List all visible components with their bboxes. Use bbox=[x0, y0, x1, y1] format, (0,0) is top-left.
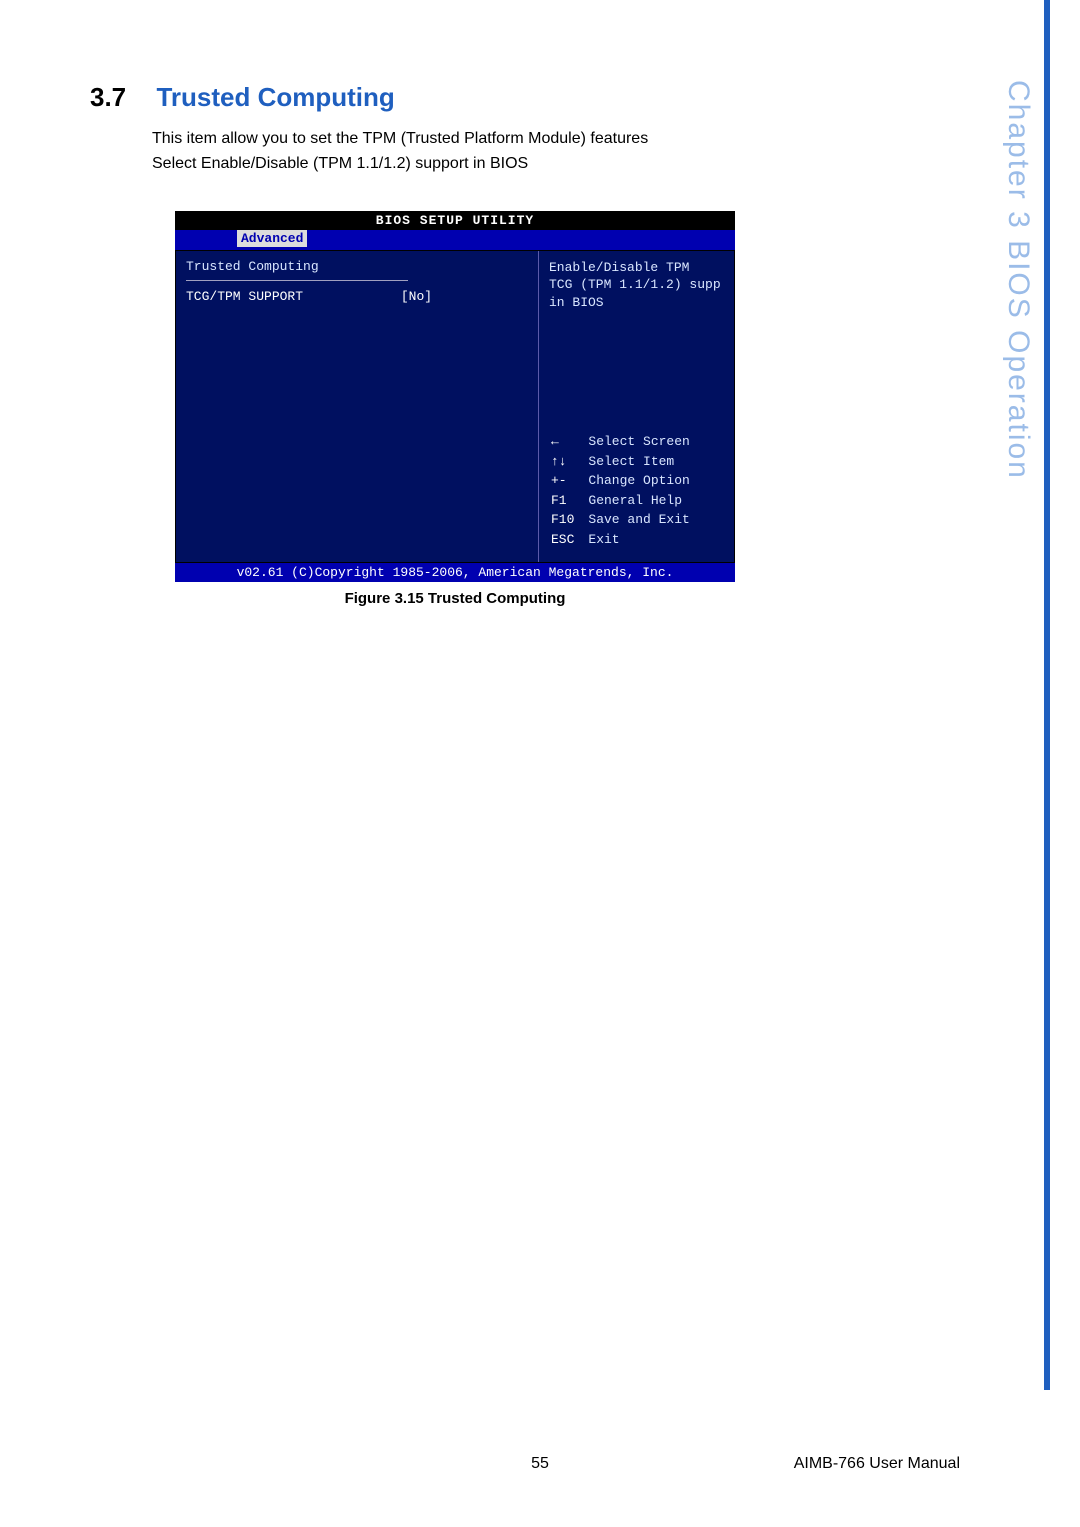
bios-key-row: ESCExit bbox=[551, 531, 690, 549]
bios-option-row[interactable]: TCG/TPM SUPPORT [No] bbox=[186, 289, 528, 304]
bios-heading: Trusted Computing bbox=[186, 259, 528, 274]
side-accent-bar bbox=[1044, 0, 1050, 1390]
bios-option-label: TCG/TPM SUPPORT bbox=[186, 289, 303, 304]
bios-help-line: Enable/Disable TPM bbox=[549, 259, 724, 277]
page-number: 55 bbox=[531, 1455, 549, 1473]
section-header: 3.7 Trusted Computing bbox=[90, 82, 930, 113]
figure-caption: Figure 3.15 Trusted Computing bbox=[175, 590, 735, 607]
bios-footer: v02.61 (C)Copyright 1985-2006, American … bbox=[175, 563, 735, 582]
manual-name: AIMB-766 User Manual bbox=[794, 1455, 960, 1473]
section-title: Trusted Computing bbox=[156, 82, 394, 113]
bios-key-row: F1General Help bbox=[551, 492, 690, 510]
bios-help-line: in BIOS bbox=[549, 294, 724, 312]
bios-key-row: F10Save and Exit bbox=[551, 511, 690, 529]
bios-separator bbox=[186, 280, 408, 281]
chapter-side-caption: Chapter 3 BIOS Operation bbox=[1001, 80, 1035, 480]
bios-screenshot: BIOS SETUP UTILITY Advanced Trusted Comp… bbox=[175, 211, 735, 582]
body-line: Select Enable/Disable (TPM 1.1/1.2) supp… bbox=[152, 152, 930, 177]
bios-left-pane: Trusted Computing TCG/TPM SUPPORT [No] bbox=[176, 251, 539, 562]
section-number: 3.7 bbox=[90, 82, 152, 113]
bios-key-legend: ←Select Screen ↑↓Select Item +-Change Op… bbox=[549, 431, 724, 550]
section-body: This item allow you to set the TPM (Trus… bbox=[152, 127, 930, 177]
bios-key-row: +-Change Option bbox=[551, 472, 690, 490]
bios-tab-row: Advanced bbox=[175, 230, 735, 250]
bios-help-text: Enable/Disable TPM TCG (TPM 1.1/1.2) sup… bbox=[549, 259, 724, 312]
bios-tab-advanced[interactable]: Advanced bbox=[237, 230, 307, 247]
bios-key-row: ↑↓Select Item bbox=[551, 453, 690, 471]
bios-right-pane: Enable/Disable TPM TCG (TPM 1.1/1.2) sup… bbox=[539, 251, 734, 562]
bios-key-row: ←Select Screen bbox=[551, 433, 690, 451]
bios-option-value: [No] bbox=[401, 289, 432, 304]
bios-title: BIOS SETUP UTILITY bbox=[175, 211, 735, 230]
bios-help-line: TCG (TPM 1.1/1.2) supp bbox=[549, 276, 724, 294]
body-line: This item allow you to set the TPM (Trus… bbox=[152, 127, 930, 152]
